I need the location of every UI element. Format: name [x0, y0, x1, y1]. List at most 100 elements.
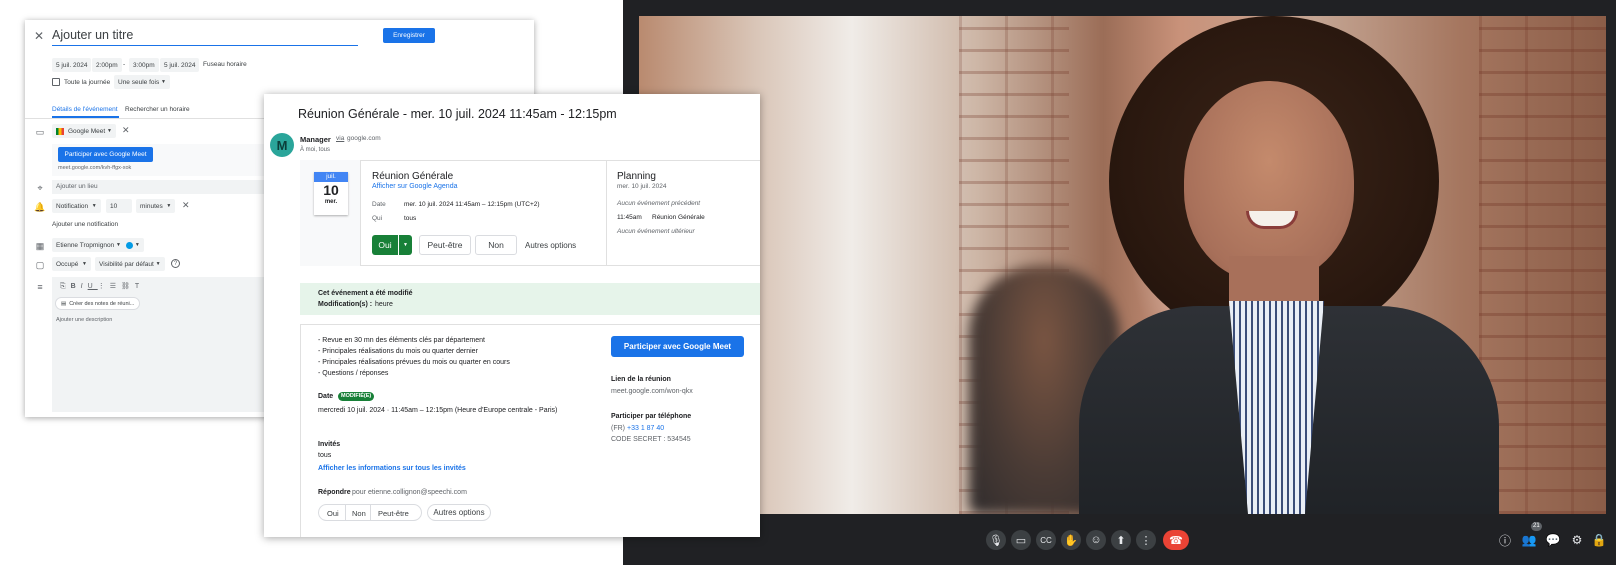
chevron-down-icon: ▼	[403, 242, 408, 248]
captions-icon: CC	[1040, 535, 1052, 545]
italic-icon[interactable]: I	[81, 283, 88, 290]
chevron-down-icon: ▼	[134, 242, 140, 248]
repeat-dropdown[interactable]: Une seule fois ▼	[114, 75, 170, 89]
rsvp-yes-dropdown[interactable]: ▼	[399, 235, 412, 255]
date-day: 10	[323, 182, 339, 198]
info-icon: ⓘ	[1498, 533, 1511, 548]
join-meet-button[interactable]: Participer avec Google Meet	[611, 336, 744, 357]
chevron-down-icon: ▼	[91, 203, 97, 209]
notification-unit-value: minutes	[140, 202, 163, 210]
reply-yes-button[interactable]: Oui	[327, 509, 339, 518]
reply-no-button[interactable]: Non	[352, 509, 366, 518]
end-call-button[interactable]: ☎	[1163, 530, 1189, 550]
planning-time: 11:45am	[617, 214, 642, 221]
timezone-link[interactable]: Fuseau horaire	[203, 61, 247, 68]
calendar-icon: ▦	[35, 240, 45, 251]
face	[1184, 81, 1354, 281]
activities-icon: ⚙	[1571, 533, 1583, 547]
raise-hand-button[interactable]: ✋	[1061, 530, 1081, 550]
date-month: juil.	[314, 172, 348, 182]
show-in-calendar-link[interactable]: Afficher sur Google Agenda	[372, 183, 457, 190]
help-icon[interactable]: ?	[171, 259, 180, 268]
save-button[interactable]: Enregistrer	[383, 28, 435, 43]
more-options-button[interactable]: ⋮	[1136, 530, 1156, 550]
meet-link[interactable]: meet.google.com/kvh-ffgx-xok	[58, 165, 131, 171]
remove-notification-icon[interactable]: ✕	[182, 200, 190, 211]
show-all-guests-link[interactable]: Afficher les informations sur tous les i…	[318, 465, 466, 472]
activities-button[interactable]: ⚙	[1569, 532, 1585, 548]
underline-icon[interactable]: U	[88, 283, 98, 290]
chat-button[interactable]: 💬	[1545, 532, 1561, 548]
join-meet-button[interactable]: Participer avec Google Meet	[58, 147, 153, 162]
host-controls-button[interactable]: 🔒	[1591, 532, 1607, 548]
phone-number[interactable]: +33 1 87 40	[627, 425, 664, 432]
color-dot-icon	[126, 241, 133, 249]
planning-title: Planning	[617, 171, 656, 182]
email-invitation-window: Réunion Générale - mer. 10 juil. 2024 11…	[264, 94, 760, 537]
guests-value: tous	[318, 452, 332, 459]
tab-event-details[interactable]: Détails de l'événement	[52, 106, 118, 113]
agenda-item: - Questions / réponses	[318, 370, 389, 377]
calendar-owner-value: Etienne Tropmignon	[56, 241, 115, 249]
add-notification-link[interactable]: Ajouter une notification	[52, 221, 118, 228]
notification-type-value: Notification	[56, 202, 89, 210]
start-date-field[interactable]: 5 juil. 2024	[52, 58, 92, 72]
present-button[interactable]: ⬆	[1111, 530, 1131, 550]
end-time-field[interactable]: 3:00pm	[129, 58, 159, 72]
people-button[interactable]: 👥	[1521, 532, 1537, 548]
numbered-list-icon[interactable]: ⋮	[98, 283, 110, 290]
remove-conference-icon[interactable]: ✕	[122, 125, 130, 136]
more-options-link[interactable]: Autres options	[525, 241, 576, 250]
conference-dropdown[interactable]: Google Meet ▼	[52, 124, 116, 138]
location-icon: ⌖	[37, 182, 43, 193]
visibility-dropdown[interactable]: Visibilité par défaut ▼	[95, 257, 165, 271]
camera-button[interactable]: ▭	[1011, 530, 1031, 550]
modified-title: Cet événement a été modifié	[318, 290, 413, 297]
reply-maybe-button[interactable]: Peut-être	[378, 509, 409, 518]
link-icon[interactable]: ⛓	[121, 283, 135, 290]
notification-value-input[interactable]: 10	[106, 199, 132, 213]
rsvp-maybe-button[interactable]: Peut-être	[419, 235, 471, 255]
all-day-checkbox[interactable]	[52, 78, 60, 86]
reply-divider	[345, 504, 346, 521]
calendar-owner-dropdown[interactable]: Etienne Tropmignon ▼	[52, 238, 125, 252]
clear-format-icon[interactable]: T	[135, 283, 144, 290]
modified-banner	[300, 283, 760, 315]
attach-icon[interactable]: ⎘	[60, 283, 71, 290]
meeting-link-value[interactable]: meet.google.com/won-qkx	[611, 388, 693, 395]
sender-avatar[interactable]: M	[270, 133, 294, 157]
title-input[interactable]: Ajouter un titre	[52, 28, 358, 46]
reply-for: pour etienne.collignon@speechi.com	[352, 489, 467, 496]
reply-more-button[interactable]: Autres options	[427, 504, 491, 521]
rsvp-no-button[interactable]: Non	[475, 235, 517, 255]
modified-label: Modification(s) :	[318, 301, 373, 308]
bold-icon[interactable]: B	[71, 283, 81, 290]
event-color-dropdown[interactable]: ▼	[122, 238, 144, 252]
bullet-list-icon[interactable]: ☰	[110, 283, 121, 290]
who-value: tous	[404, 215, 417, 222]
notification-unit-dropdown[interactable]: minutes ▼	[136, 199, 176, 213]
meeting-notes-label: Créer des notes de réuni...	[69, 300, 135, 307]
people-icon: 👥	[1521, 533, 1537, 547]
mic-icon: 🎙	[989, 534, 1003, 547]
chevron-down-icon: ▼	[107, 128, 112, 134]
end-date-field[interactable]: 5 juil. 2024	[160, 58, 200, 72]
no-next-event: Aucun événement ultérieur	[617, 228, 695, 235]
busy-dropdown[interactable]: Occupé ▼	[52, 257, 91, 271]
mic-button[interactable]: 🎙	[986, 530, 1006, 550]
recipients[interactable]: À moi, tous	[300, 147, 330, 153]
time-separator: -	[123, 61, 126, 68]
notification-type-dropdown[interactable]: Notification ▼	[52, 199, 101, 213]
event-card	[300, 160, 760, 266]
captions-button[interactable]: CC	[1036, 530, 1056, 550]
start-time-field[interactable]: 2:00pm	[92, 58, 122, 72]
info-button[interactable]: ⓘ	[1497, 532, 1513, 548]
reactions-button[interactable]: ☺	[1086, 530, 1106, 550]
tab-find-time[interactable]: Rechercher un horaire	[125, 106, 190, 113]
planning-date: mer. 10 juil. 2024	[617, 183, 667, 190]
close-icon[interactable]: ✕	[34, 29, 44, 43]
video-icon: ▭	[35, 126, 45, 137]
meeting-notes-chip[interactable]: ▤ Créer des notes de réuni...	[55, 297, 141, 310]
rsvp-yes-button[interactable]: Oui	[372, 235, 398, 255]
formatting-toolbar[interactable]: ⎘BIU⋮☰⛓T	[60, 282, 144, 291]
